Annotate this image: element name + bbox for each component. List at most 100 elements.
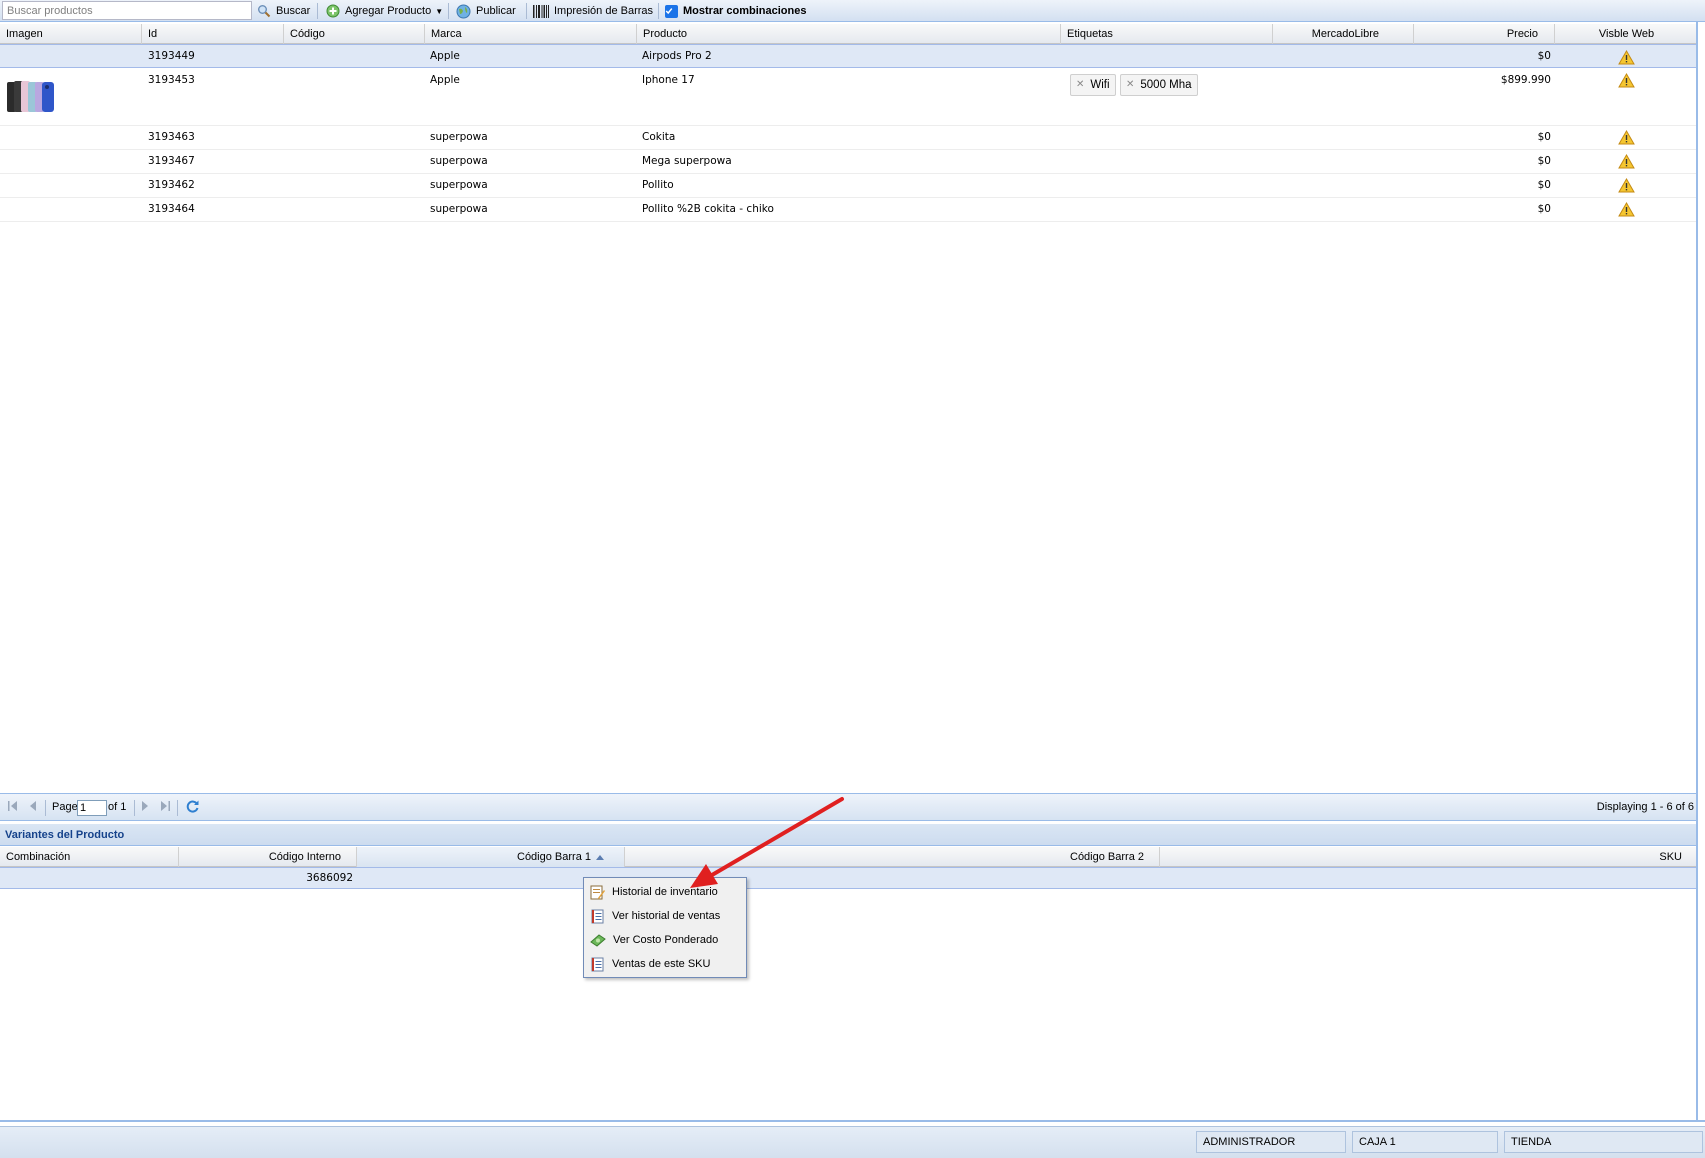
warning-icon xyxy=(1618,73,1635,88)
panel-border-bottom xyxy=(0,1120,1705,1122)
barcode-print-button[interactable]: Impresión de Barras xyxy=(533,0,653,22)
cell-precio: $0 xyxy=(1537,203,1551,215)
next-page-icon[interactable] xyxy=(139,800,151,812)
table-row[interactable]: 3193463 superpowa Cokita $0 xyxy=(0,126,1698,150)
column-header-codigo[interactable]: Código xyxy=(284,24,425,44)
pager-separator xyxy=(45,800,46,816)
show-combinations-label: Mostrar combinaciones xyxy=(683,5,807,17)
cell-marca: superpowa xyxy=(430,131,488,143)
toolbar-separator xyxy=(317,3,318,19)
menu-item-historial-inventario[interactable]: Historial de inventario xyxy=(584,880,746,904)
context-menu: Historial de inventario Ver historial de… xyxy=(583,877,747,978)
tag-chip[interactable]: ✕ Wifi xyxy=(1070,74,1116,96)
sort-ascending-icon xyxy=(596,855,604,860)
toolbar-separator xyxy=(526,3,527,19)
tag-label: 5000 Mha xyxy=(1140,79,1192,91)
column-header-id[interactable]: Id xyxy=(142,24,284,44)
add-icon xyxy=(326,4,340,18)
column-header-producto[interactable]: Producto xyxy=(637,24,1061,44)
cell-producto: Pollito %2B cokita - chiko xyxy=(642,203,774,215)
checkbox-checked-icon xyxy=(665,4,678,18)
column-header-codigo-barra-2[interactable]: Código Barra 2 xyxy=(625,847,1160,867)
menu-item-label: Ventas de este SKU xyxy=(612,958,711,970)
column-header-codigo-interno[interactable]: Código Interno xyxy=(179,847,357,867)
column-header-precio[interactable]: Precio xyxy=(1414,24,1555,44)
table-row[interactable]: 3193467 superpowa Mega superpowa $0 xyxy=(0,150,1698,174)
status-bar: ADMINISTRADOR CAJA 1 TIENDA xyxy=(0,1126,1705,1158)
add-product-button[interactable]: Agregar Producto ▼ xyxy=(326,0,443,22)
magnifier-icon xyxy=(258,5,271,18)
cell-marca: superpowa xyxy=(430,179,488,191)
cell-marca: superpowa xyxy=(430,155,488,167)
cell-precio: $0 xyxy=(1537,155,1551,167)
remove-tag-icon[interactable]: ✕ xyxy=(1126,75,1134,95)
table-row[interactable]: 3193453 Apple Iphone 17 ✕ Wifi ✕ 5000 Mh… xyxy=(0,68,1698,126)
sku-sales-icon xyxy=(591,957,604,971)
warning-icon xyxy=(1618,50,1635,65)
pager-display-text: Displaying 1 - 6 of 6 xyxy=(1596,801,1694,813)
cell-id: 3193464 xyxy=(148,203,195,215)
menu-item-label: Ver Costo Ponderado xyxy=(613,934,719,946)
pager-separator xyxy=(134,800,135,816)
toolbar-separator xyxy=(658,3,659,19)
warning-icon xyxy=(1618,202,1635,217)
product-image-iphone xyxy=(7,81,54,112)
pager-separator xyxy=(177,800,178,816)
warning-icon xyxy=(1618,130,1635,145)
refresh-icon[interactable] xyxy=(185,799,200,814)
publish-button[interactable]: Publicar xyxy=(456,0,516,22)
dropdown-arrow-icon: ▼ xyxy=(435,6,444,16)
cell-marca: superpowa xyxy=(430,203,488,215)
menu-item-ventas-sku[interactable]: Ventas de este SKU xyxy=(584,952,746,976)
column-header-marca[interactable]: Marca xyxy=(425,24,637,44)
search-input[interactable] xyxy=(2,1,252,20)
search-button[interactable]: Buscar xyxy=(257,0,310,22)
column-header-imagen[interactable]: Imagen xyxy=(0,24,142,44)
cell-id: 3193453 xyxy=(148,74,195,86)
column-header-codigo-barra-1-label: Código Barra 1 xyxy=(517,851,591,863)
last-page-icon[interactable] xyxy=(159,800,171,812)
add-product-label: Agregar Producto xyxy=(345,5,432,17)
tag-label: Wifi xyxy=(1090,79,1110,91)
publish-label: Publicar xyxy=(476,5,516,17)
cell-producto: Iphone 17 xyxy=(642,74,695,86)
column-header-combinacion[interactable]: Combinación xyxy=(0,847,179,867)
inventory-history-icon xyxy=(590,885,605,899)
column-header-etiquetas[interactable]: Etiquetas xyxy=(1061,24,1273,44)
cell-id: 3193449 xyxy=(148,50,195,62)
column-header-mercadolibre[interactable]: MercadoLibre xyxy=(1273,24,1414,44)
menu-item-label: Ver historial de ventas xyxy=(612,910,721,922)
menu-item-historial-ventas[interactable]: Ver historial de ventas xyxy=(584,904,746,928)
previous-page-icon[interactable] xyxy=(27,800,39,812)
show-combinations-checkbox[interactable]: Mostrar combinaciones xyxy=(665,0,806,22)
table-row[interactable]: 3193462 superpowa Pollito $0 xyxy=(0,174,1698,198)
variant-row[interactable]: 3686092 xyxy=(0,867,1698,889)
page-number-input[interactable] xyxy=(77,800,107,816)
toolbar-separator xyxy=(448,3,449,19)
menu-item-costo-ponderado[interactable]: Ver Costo Ponderado xyxy=(584,928,746,952)
warning-icon xyxy=(1618,178,1635,193)
sales-history-icon xyxy=(591,909,604,923)
page-label: Page xyxy=(52,801,78,813)
first-page-icon[interactable] xyxy=(7,800,19,812)
variants-grid-header: Combinación Código Interno Código Barra … xyxy=(0,847,1698,867)
warning-icon xyxy=(1618,154,1635,169)
status-register: CAJA 1 xyxy=(1352,1131,1498,1153)
cell-precio: $899.990 xyxy=(1500,74,1551,86)
cell-id: 3193463 xyxy=(148,131,195,143)
tag-chip[interactable]: ✕ 5000 Mha xyxy=(1120,74,1198,96)
menu-item-label: Historial de inventario xyxy=(612,886,718,898)
table-row[interactable]: 3193464 superpowa Pollito %2B cokita - c… xyxy=(0,198,1698,222)
search-button-label: Buscar xyxy=(276,5,311,17)
cell-precio: $0 xyxy=(1537,50,1551,62)
column-header-codigo-barra-1[interactable]: Código Barra 1 xyxy=(357,847,625,867)
cell-producto: Airpods Pro 2 xyxy=(642,50,712,62)
column-header-sku[interactable]: SKU xyxy=(1160,847,1698,867)
column-header-visible-web[interactable]: Visble Web xyxy=(1555,24,1698,44)
table-row[interactable]: 3193449 Apple Airpods Pro 2 $0 xyxy=(0,44,1698,68)
top-toolbar: Buscar Agregar Producto ▼ Publicar Impre… xyxy=(0,0,1705,22)
cell-producto: Pollito xyxy=(642,179,674,191)
status-store: TIENDA xyxy=(1504,1131,1703,1153)
money-icon xyxy=(590,933,606,947)
remove-tag-icon[interactable]: ✕ xyxy=(1076,75,1084,95)
